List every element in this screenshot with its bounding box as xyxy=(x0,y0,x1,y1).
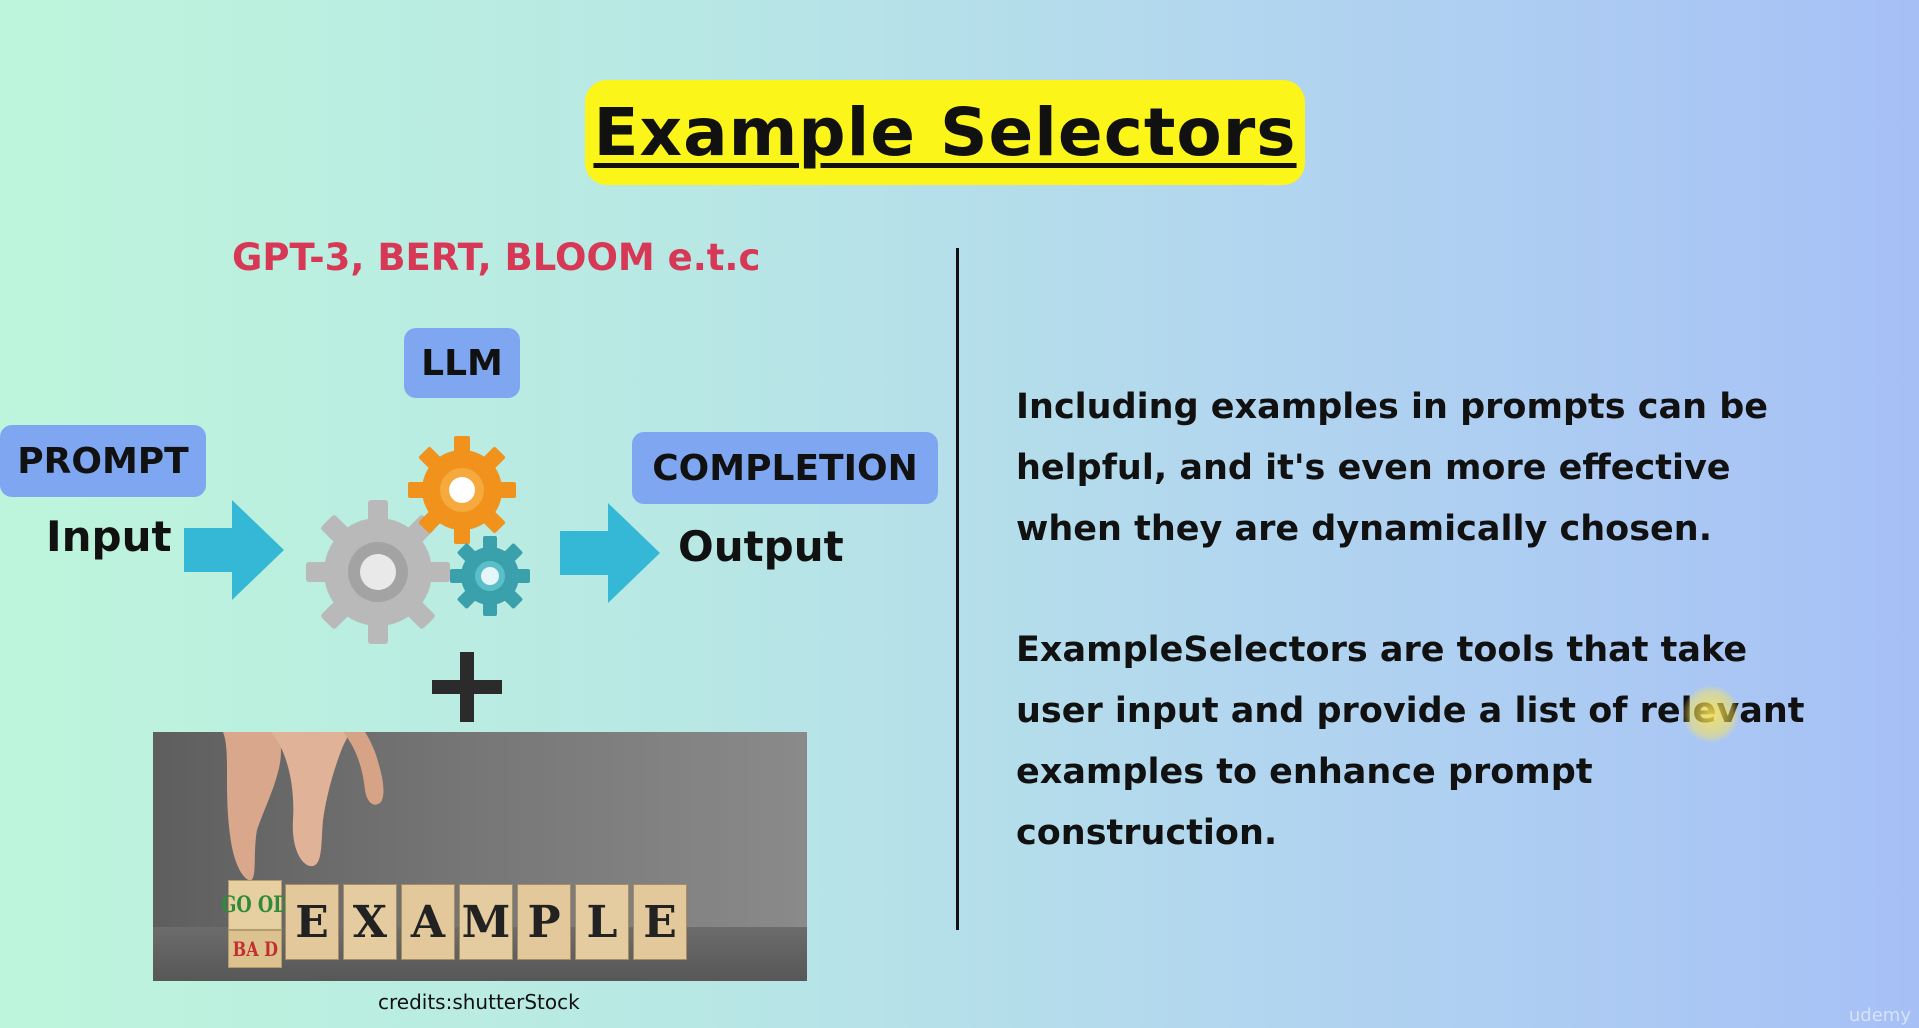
completion-tag: COMPLETION xyxy=(632,432,938,504)
cube-letter: X xyxy=(343,884,397,960)
gears-icon xyxy=(306,436,530,644)
input-arrow-icon xyxy=(184,500,284,600)
cube-letter: A xyxy=(401,884,455,960)
dice-top-label: GO OD xyxy=(221,892,289,918)
good-bad-example-photo: GO OD BA D E X A M P L E xyxy=(153,732,807,981)
cube-letter: M xyxy=(459,884,513,960)
credits-text: credits:shutterStock xyxy=(378,990,580,1014)
llm-tag: LLM xyxy=(404,328,520,398)
dice-bottom-label: BA D xyxy=(232,937,278,961)
prompt-tag: PROMPT xyxy=(0,425,206,497)
output-arrow-icon xyxy=(560,503,660,603)
models-text: GPT-3, BERT, BLOOM e.t.c xyxy=(232,236,761,279)
title-banner: Example Selectors xyxy=(585,80,1305,185)
cube-letter: E xyxy=(633,884,687,960)
watermark-logo: udemy xyxy=(1848,1005,1911,1026)
cube-letter: P xyxy=(517,884,571,960)
vertical-divider xyxy=(956,248,959,930)
cube-letter: E xyxy=(285,884,339,960)
page-title: Example Selectors xyxy=(593,94,1297,171)
description-paragraph-2: ExampleSelectors are tools that take use… xyxy=(1016,630,1805,853)
description-paragraph-1: Including examples in prompts can be hel… xyxy=(1016,387,1769,549)
cube-letter: L xyxy=(575,884,629,960)
cursor-highlight xyxy=(1683,686,1739,742)
input-label: Input xyxy=(46,512,172,561)
output-label: Output xyxy=(678,522,844,571)
plus-icon xyxy=(432,652,502,722)
